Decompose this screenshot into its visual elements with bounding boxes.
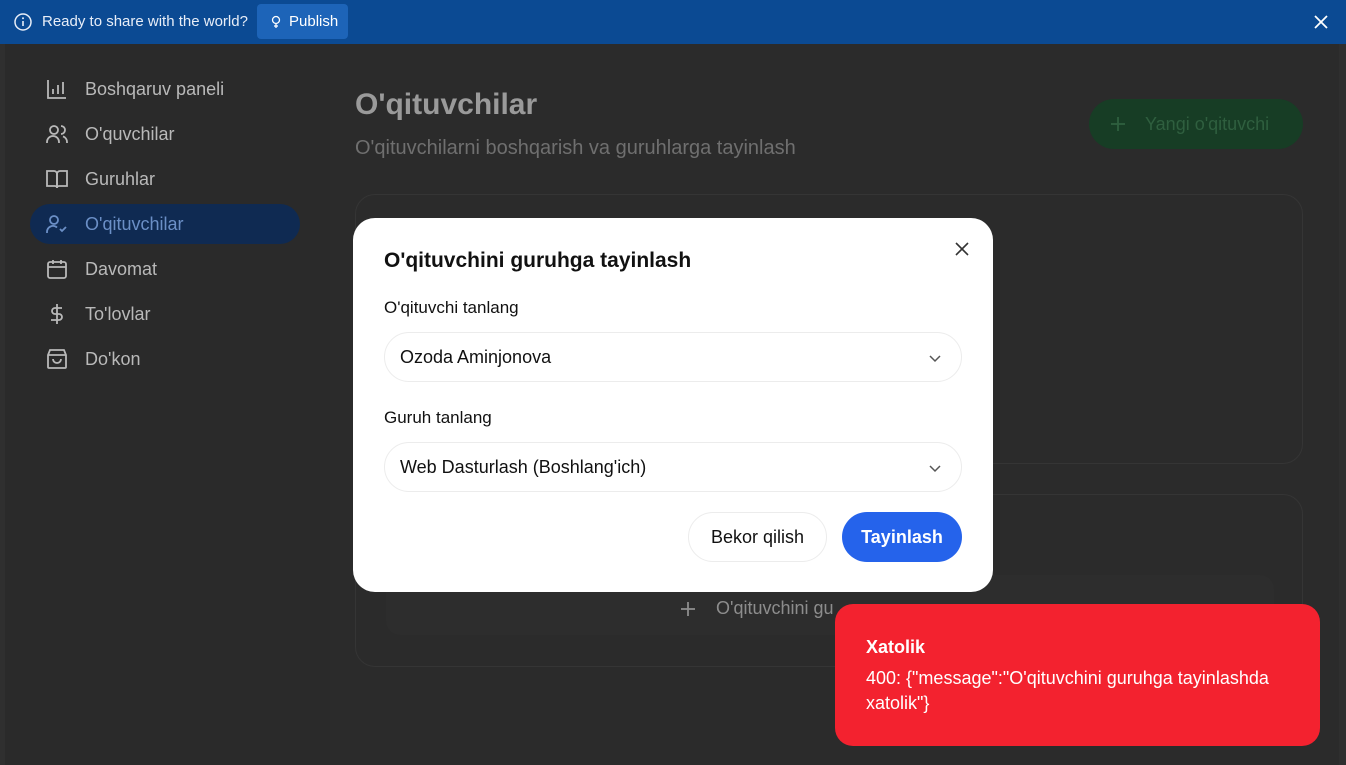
teacher-select-label: O'qituvchi tanlang bbox=[384, 298, 519, 317]
group-select-value: Web Dasturlash (Boshlang'ich) bbox=[400, 456, 647, 477]
close-icon[interactable] bbox=[954, 241, 970, 257]
sidebar-item-groups[interactable]: Guruhlar bbox=[30, 159, 300, 199]
sidebar-item-shop[interactable]: Do'kon bbox=[30, 339, 300, 379]
sidebar: Boshqaruv paneli O'quvchilar Guruhlar O'… bbox=[5, 44, 325, 765]
toast-message: 400: {"message":"O'qituvchini guruhga ta… bbox=[866, 668, 1269, 713]
users-icon bbox=[46, 125, 68, 143]
assign-teacher-label: O'qituvchini gu bbox=[716, 598, 834, 618]
sidebar-item-label: O'quvchilar bbox=[85, 123, 175, 144]
new-teacher-label: Yangi o'qituvchi bbox=[1145, 113, 1270, 134]
group-select[interactable]: Web Dasturlash (Boshlang'ich) bbox=[384, 442, 962, 492]
sidebar-item-students[interactable]: O'quvchilar bbox=[30, 114, 300, 154]
plus-icon bbox=[681, 601, 695, 616]
sidebar-item-payments[interactable]: To'lovlar bbox=[30, 294, 300, 334]
sidebar-item-label: Guruhlar bbox=[85, 168, 156, 189]
assign-button[interactable]: Tayinlash bbox=[842, 512, 962, 562]
chevron-down-icon bbox=[929, 465, 941, 473]
sidebar-item-attendance[interactable]: Davomat bbox=[30, 249, 300, 289]
banner-text: Ready to share with the world? bbox=[42, 13, 248, 30]
modal-title: O'qituvchini guruhga tayinlash bbox=[384, 249, 692, 272]
chevron-down-icon bbox=[929, 355, 941, 363]
new-teacher-button[interactable]: Yangi o'qituvchi bbox=[1089, 99, 1303, 149]
cancel-button[interactable]: Bekor qilish bbox=[688, 512, 827, 562]
calendar-icon bbox=[47, 260, 67, 279]
publish-icon bbox=[271, 15, 281, 28]
page-title: O'qituvchilar bbox=[355, 88, 538, 121]
top-banner: Ready to share with the world? Publish bbox=[0, 0, 1346, 44]
group-select-label: Guruh tanlang bbox=[384, 408, 492, 427]
book-icon bbox=[46, 170, 68, 189]
page-subtitle: O'qituvchilarni boshqarish va guruhlarga… bbox=[355, 137, 796, 159]
assign-teacher-modal: O'qituvchini guruhga tayinlash O'qituvch… bbox=[353, 218, 993, 592]
error-toast: Xatolik 400: {"message":"O'qituvchini gu… bbox=[835, 604, 1320, 746]
info-icon bbox=[14, 13, 32, 31]
toast-title: Xatolik bbox=[866, 637, 926, 657]
sidebar-item-label: Do'kon bbox=[85, 348, 141, 369]
assign-teacher-button[interactable]: O'qituvchini gu bbox=[680, 598, 834, 619]
plus-icon bbox=[1111, 117, 1125, 131]
teacher-select[interactable]: Ozoda Aminjonova bbox=[384, 332, 962, 382]
sidebar-item-label: O'qituvchilar bbox=[85, 213, 184, 234]
publish-button[interactable]: Publish bbox=[257, 4, 348, 39]
sidebar-item-label: Boshqaruv paneli bbox=[85, 78, 225, 99]
close-icon[interactable] bbox=[1312, 13, 1330, 31]
user-check-icon bbox=[46, 215, 67, 233]
bar-chart-icon bbox=[47, 80, 66, 99]
dollar-icon bbox=[51, 304, 63, 324]
teacher-select-value: Ozoda Aminjonova bbox=[400, 346, 552, 367]
shopping-bag-icon bbox=[47, 349, 67, 369]
publish-label: Publish bbox=[289, 13, 339, 30]
sidebar-item-teachers[interactable]: O'qituvchilar bbox=[30, 204, 300, 244]
sidebar-item-dashboard[interactable]: Boshqaruv paneli bbox=[30, 69, 300, 109]
sidebar-item-label: Davomat bbox=[85, 258, 158, 279]
sidebar-item-label: To'lovlar bbox=[85, 303, 151, 324]
